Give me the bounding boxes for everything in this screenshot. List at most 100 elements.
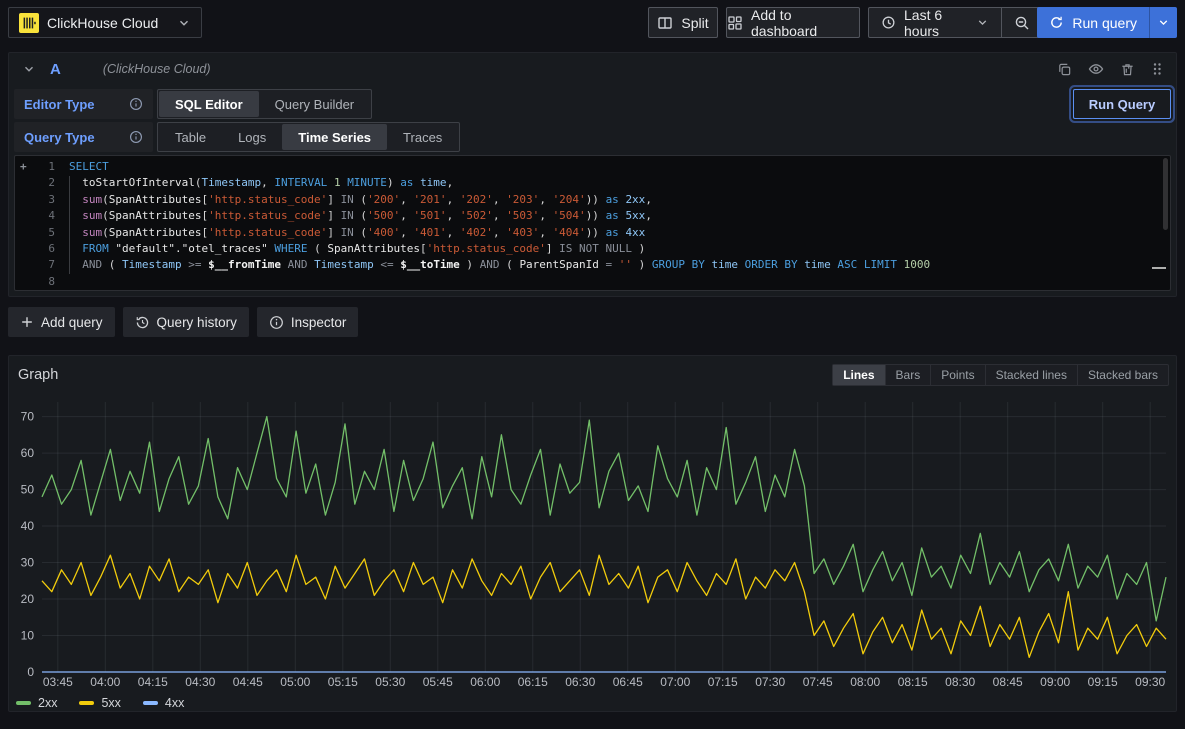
refresh-icon [1049,15,1064,30]
viz-option-bars[interactable]: Bars [885,365,931,385]
query-history-button[interactable]: Query history [123,307,249,337]
run-query-toolbar-button[interactable]: Run query [1037,7,1177,38]
query-ref-id: A [50,61,61,78]
svg-text:50: 50 [21,483,35,497]
editor-overview-cursor [1152,267,1166,269]
editor-scrollbar[interactable] [1163,158,1168,230]
graph-panel-title: Graph [18,367,58,383]
run-query-main[interactable]: Run query [1037,7,1149,38]
query-type-option-logs[interactable]: Logs [222,124,282,150]
line-number: 3 [48,192,55,208]
svg-text:04:30: 04:30 [185,675,215,689]
add-query-button[interactable]: Add query [8,307,115,337]
info-icon [269,315,284,330]
svg-text:03:45: 03:45 [43,675,73,689]
query-type-switcher: Table Logs Time Series Traces [157,122,460,152]
duplicate-query-icon[interactable] [1057,62,1072,77]
add-line-icon[interactable]: + [20,159,27,175]
svg-text:06:15: 06:15 [518,675,548,689]
svg-text:08:30: 08:30 [945,675,975,689]
svg-text:60: 60 [21,446,35,460]
editor-type-option-query-builder[interactable]: Query Builder [259,91,370,117]
sql-code-editor[interactable]: +1SELECT2 toStartOfInterval(Timestamp, I… [14,155,1171,291]
code-line: 3 sum(SpanAttributes['http.status_code']… [15,192,1170,208]
query-actions-row: Add query Query history Inspector [8,307,358,337]
svg-text:08:15: 08:15 [898,675,928,689]
chevron-down-icon [976,16,989,29]
editor-type-option-sql-editor[interactable]: SQL Editor [159,91,259,117]
delete-query-icon[interactable] [1120,62,1135,77]
line-number: 6 [48,241,55,257]
dashboard-grid-icon [727,15,743,31]
svg-text:07:15: 07:15 [708,675,738,689]
line-number: 4 [48,208,55,224]
code-line: 5 sum(SpanAttributes['http.status_code']… [15,225,1170,241]
query-datasource-hint: (ClickHouse Cloud) [103,62,211,76]
chart-series [42,417,1166,672]
run-query-dropdown[interactable] [1149,7,1177,38]
info-icon[interactable] [129,97,143,111]
code-line: 2 toStartOfInterval(Timestamp, INTERVAL … [15,175,1170,191]
svg-text:09:30: 09:30 [1135,675,1165,689]
run-query-label: Run query [1072,15,1137,31]
drag-handle-icon[interactable] [1151,62,1163,76]
chevron-down-icon [1157,16,1170,29]
viz-option-stacked-lines[interactable]: Stacked lines [985,365,1077,385]
legend-item-4xx[interactable]: 4xx [143,696,184,710]
timeseries-chart[interactable]: 01020304050607003:4504:0004:1504:3004:45… [10,392,1173,692]
svg-text:04:45: 04:45 [233,675,263,689]
datasource-label: ClickHouse Cloud [47,15,169,31]
inspector-button[interactable]: Inspector [257,307,359,337]
svg-text:06:45: 06:45 [613,675,643,689]
svg-text:07:00: 07:00 [660,675,690,689]
time-range-label: Last 6 hours [904,7,968,39]
query-type-field-label: Query Type [14,122,153,152]
svg-text:08:00: 08:00 [850,675,880,689]
series-2xx-line [42,417,1166,621]
viz-option-stacked-bars[interactable]: Stacked bars [1077,365,1168,385]
svg-text:0: 0 [27,665,34,679]
svg-text:06:30: 06:30 [565,675,595,689]
svg-text:04:00: 04:00 [90,675,120,689]
add-to-dashboard-button[interactable]: Add to dashboard [726,7,860,38]
code-line: 7 AND ( Timestamp >= $__fromTime AND Tim… [15,257,1170,273]
time-range-picker[interactable]: Last 6 hours [869,8,1001,37]
zoom-out-icon [1014,15,1030,31]
split-button[interactable]: Split [648,7,718,38]
run-query-panel-button[interactable]: Run Query [1073,89,1171,119]
code-line: 6 FROM "default"."otel_traces" WHERE ( S… [15,241,1170,257]
svg-text:09:00: 09:00 [1040,675,1070,689]
editor-type-switcher: SQL Editor Query Builder [157,89,372,119]
svg-text:30: 30 [21,556,35,570]
chart-legend: 2xx 5xx 4xx [16,696,184,710]
datasource-picker[interactable]: ClickHouse Cloud [8,7,202,38]
svg-text:40: 40 [21,519,35,533]
code-line: 4 sum(SpanAttributes['http.status_code']… [15,208,1170,224]
time-controls-group: Last 6 hours [868,7,1043,38]
viz-option-points[interactable]: Points [930,365,984,385]
legend-item-2xx[interactable]: 2xx [16,696,57,710]
zoom-out-button[interactable] [1001,8,1042,37]
info-icon[interactable] [129,130,143,144]
line-number: 8 [48,274,55,290]
query-type-option-time-series[interactable]: Time Series [282,124,387,150]
query-type-option-table[interactable]: Table [159,124,222,150]
viz-option-lines[interactable]: Lines [833,365,884,385]
line-number: 1 [48,159,55,175]
svg-text:06:00: 06:00 [470,675,500,689]
legend-swatch-2xx [16,701,31,705]
editor-type-field-label: Editor Type [14,89,153,119]
toggle-visibility-icon[interactable] [1088,61,1104,77]
explore-page: ClickHouse Cloud Split Add to dashboard … [0,0,1185,729]
history-icon [135,315,150,330]
visualization-mode-picker: Lines Bars Points Stacked lines Stacked … [832,364,1169,386]
clock-icon [881,15,896,30]
collapse-chevron-icon[interactable] [22,62,36,76]
svg-text:05:00: 05:00 [280,675,310,689]
top-toolbar: ClickHouse Cloud Split Add to dashboard … [0,0,1185,45]
legend-item-5xx[interactable]: 5xx [79,696,120,710]
line-number: 7 [48,257,55,273]
query-type-option-traces[interactable]: Traces [387,124,458,150]
svg-text:05:30: 05:30 [375,675,405,689]
indent-guide [69,176,70,274]
